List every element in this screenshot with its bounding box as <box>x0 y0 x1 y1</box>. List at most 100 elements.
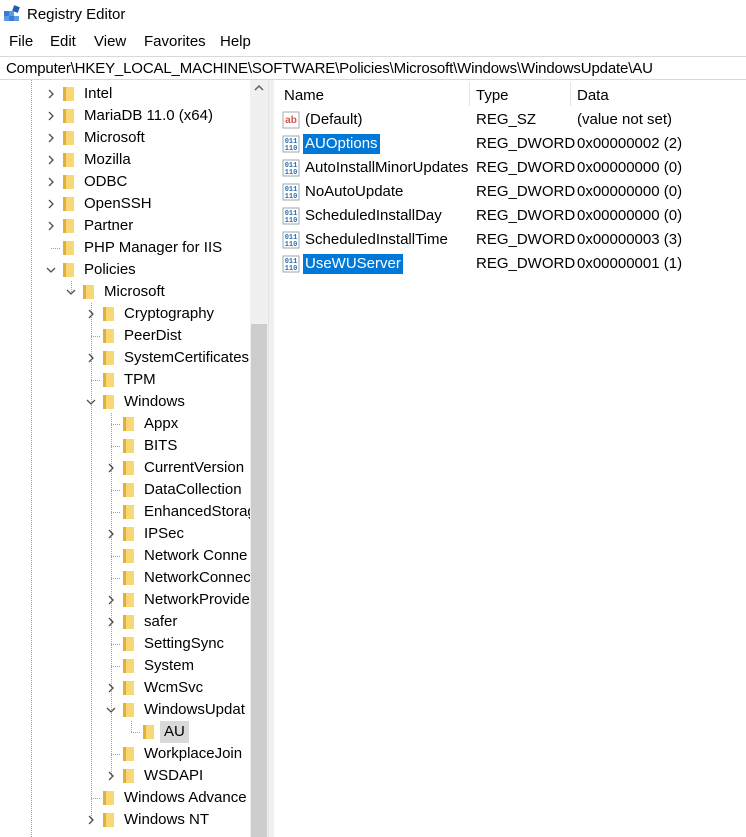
tree-item[interactable]: Appx <box>0 413 268 435</box>
tree-connector-line <box>111 424 120 425</box>
value-type: REG_DWORD <box>476 231 576 248</box>
tree-item[interactable]: IPSec <box>0 523 268 545</box>
chevron-right-icon[interactable] <box>43 149 59 171</box>
tree-item[interactable]: Policies <box>0 259 268 281</box>
tree-item[interactable]: Windows NT <box>0 809 268 831</box>
tree-item[interactable]: BITS <box>0 435 268 457</box>
tree-item-label: PHP Manager for IIS <box>84 239 223 256</box>
chevron-right-icon[interactable] <box>103 677 119 699</box>
address-path[interactable]: Computer\HKEY_LOCAL_MACHINE\SOFTWARE\Pol… <box>6 60 653 77</box>
chevron-down-icon[interactable] <box>43 259 59 281</box>
value-row[interactable]: 011 110 ScheduledInstallTime REG_DWORD 0x000… <box>274 228 746 252</box>
tree-item[interactable]: DataCollection <box>0 479 268 501</box>
chevron-right-icon[interactable] <box>43 171 59 193</box>
values-list[interactable]: Name Type Data ab (Default) REG_SZ (value n… <box>274 80 746 837</box>
tree-item[interactable]: WSDAPI <box>0 765 268 787</box>
tree-item-label: Windows Advance <box>124 789 247 806</box>
chevron-right-icon[interactable] <box>103 611 119 633</box>
tree-item[interactable]: System <box>0 655 268 677</box>
tree-item-label: EnhancedStorag <box>144 503 256 520</box>
address-bar[interactable]: Computer\HKEY_LOCAL_MACHINE\SOFTWARE\Pol… <box>0 56 746 80</box>
chevron-right-icon[interactable] <box>83 347 99 369</box>
tree-item[interactable]: NetworkProvide <box>0 589 268 611</box>
column-divider[interactable] <box>570 82 571 106</box>
menu-help[interactable]: Help <box>220 33 251 50</box>
value-row[interactable]: 011 110 ScheduledInstallDay REG_DWORD 0x0000… <box>274 204 746 228</box>
key-tree[interactable]: Intel MariaDB 11.0 (x64) Microsoft Mozilla O… <box>0 80 268 837</box>
tree-item-label: CurrentVersion <box>144 459 245 476</box>
value-row[interactable]: 011 110 UseWUServer REG_DWORD 0x00000001 (1) <box>274 252 746 276</box>
tree-item[interactable]: OpenSSH <box>0 193 268 215</box>
tree-item[interactable]: Windows Advance <box>0 787 268 809</box>
chevron-right-icon[interactable] <box>83 809 99 831</box>
chevron-down-icon[interactable] <box>83 391 99 413</box>
tree-item[interactable]: WcmSvc <box>0 677 268 699</box>
tree-item-label: Cryptography <box>124 305 215 322</box>
tree-item-label: Windows <box>124 393 185 410</box>
tree-item[interactable]: WindowsUpdat <box>0 699 268 721</box>
value-row[interactable]: ab (Default) REG_SZ (value not set) <box>274 108 746 132</box>
tree-item[interactable]: Network Conne <box>0 545 268 567</box>
chevron-right-icon[interactable] <box>43 193 59 215</box>
column-header-data[interactable]: Data <box>577 87 609 104</box>
folder-icon <box>123 593 134 607</box>
chevron-down-icon[interactable] <box>103 699 119 721</box>
tree-item[interactable]: Intel <box>0 83 268 105</box>
tree-item[interactable]: Windows <box>0 391 268 413</box>
tree-item-label: DataCollection <box>144 481 242 498</box>
chevron-right-icon[interactable] <box>43 127 59 149</box>
value-row[interactable]: 011 110 AUOptions REG_DWORD 0x00000002 (2) <box>274 132 746 156</box>
chevron-down-icon[interactable] <box>63 281 79 303</box>
tree-connector-line <box>91 336 100 337</box>
chevron-right-icon[interactable] <box>43 105 59 127</box>
tree-item[interactable]: SystemCertificates <box>0 347 268 369</box>
value-row[interactable]: 011 110 AutoInstallMinorUpdates REG_DWORD 0x… <box>274 156 746 180</box>
tree-scrollbar[interactable] <box>250 80 268 837</box>
tree-item[interactable]: Microsoft <box>0 127 268 149</box>
column-header-type[interactable]: Type <box>476 87 509 104</box>
tree-item[interactable]: Partner <box>0 215 268 237</box>
menu-view[interactable]: View <box>94 33 126 50</box>
tree-item[interactable]: TPM <box>0 369 268 391</box>
folder-icon <box>63 109 74 123</box>
tree-item[interactable]: WorkplaceJoin <box>0 743 268 765</box>
tree-item[interactable]: Mozilla <box>0 149 268 171</box>
chevron-right-icon[interactable] <box>103 523 119 545</box>
column-header-name[interactable]: Name <box>284 87 324 104</box>
tree-item[interactable]: EnhancedStorag <box>0 501 268 523</box>
svg-text:110: 110 <box>285 145 298 153</box>
scroll-up-arrow-icon[interactable] <box>250 80 268 97</box>
tree-item[interactable]: Cryptography <box>0 303 268 325</box>
menu-file[interactable]: File <box>9 33 33 50</box>
tree-connector-line <box>111 512 120 513</box>
tree-item[interactable]: MariaDB 11.0 (x64) <box>0 105 268 127</box>
tree-item[interactable]: AU <box>0 721 268 743</box>
menu-favorites[interactable]: Favorites <box>144 33 206 50</box>
tree-connector-line <box>111 490 120 491</box>
tree-item[interactable]: ODBC <box>0 171 268 193</box>
tree-scroll-thumb[interactable] <box>251 324 267 837</box>
tree-item[interactable]: SettingSync <box>0 633 268 655</box>
tree-item[interactable]: NetworkConnec <box>0 567 268 589</box>
menu-edit[interactable]: Edit <box>50 33 76 50</box>
tree-item[interactable]: PHP Manager for IIS <box>0 237 268 259</box>
value-row[interactable]: 011 110 NoAutoUpdate REG_DWORD 0x00000000 (0… <box>274 180 746 204</box>
chevron-right-icon[interactable] <box>43 215 59 237</box>
column-divider[interactable] <box>469 82 470 106</box>
tree-item[interactable]: PeerDist <box>0 325 268 347</box>
value-name: UseWUServer <box>303 254 403 274</box>
tree-item[interactable]: CurrentVersion <box>0 457 268 479</box>
tree-connector-line <box>111 666 120 667</box>
tree-item[interactable]: Microsoft <box>0 281 268 303</box>
value-name: ScheduledInstallTime <box>305 231 448 248</box>
chevron-right-icon[interactable] <box>103 765 119 787</box>
chevron-right-icon[interactable] <box>83 303 99 325</box>
chevron-right-icon[interactable] <box>103 457 119 479</box>
folder-icon <box>123 637 134 651</box>
chevron-right-icon[interactable] <box>103 589 119 611</box>
tree-item-label: NetworkProvide <box>144 591 250 608</box>
chevron-right-icon[interactable] <box>43 83 59 105</box>
tree-connector-line <box>91 380 100 381</box>
tree-item[interactable]: safer <box>0 611 268 633</box>
string-value-icon: ab <box>282 111 300 129</box>
